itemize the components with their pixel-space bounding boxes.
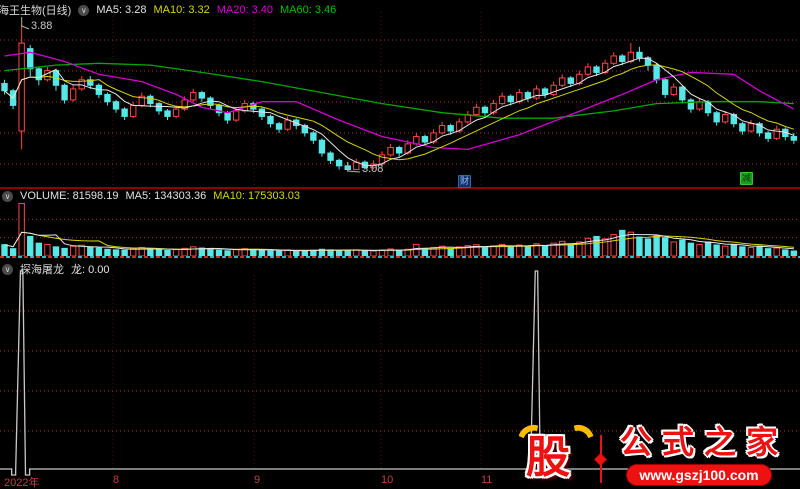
site-url-pill: www.gszj100.com (627, 465, 771, 485)
collapse-icon[interactable]: ∨ (78, 4, 90, 16)
bull-stock-logo: 股 (512, 419, 600, 485)
diamond-icon (594, 453, 607, 466)
month-label: 8 (113, 474, 120, 486)
logo-divider (594, 435, 607, 483)
month-label: 9 (254, 474, 261, 486)
volume-gridlines (0, 218, 800, 239)
price-high-label: 3.88 (31, 20, 53, 32)
indicator-value: 龙: 0.00 (71, 264, 110, 276)
month-label: 11 (481, 474, 493, 486)
ma10-label: MA10: 3.32 (153, 4, 210, 16)
brand-title: 公式之家 (619, 424, 788, 460)
finance-news-marker-icon[interactable]: 财 (458, 175, 471, 188)
dashed-separator (0, 256, 800, 258)
ma20-label: MA20: 3.40 (216, 4, 273, 16)
holding-reduction-marker-icon[interactable]: 减 (740, 172, 753, 185)
stock-chart-window: 海王生物(日线) ∨ MA5: 3.28 MA10: 3.32 MA20: 3.… (0, 0, 800, 489)
month-label: 10 (381, 474, 394, 486)
year-label: 2022年 (4, 477, 40, 489)
price-header: 海王生物(日线) ∨ MA5: 3.28 MA10: 3.32 MA20: 3.… (0, 2, 336, 18)
collapse-icon[interactable]: ∨ (2, 190, 13, 202)
ma60-label: MA60: 3.46 (280, 4, 337, 16)
indicator-name: 探海屠龙 (20, 264, 64, 276)
volume-ma5-label: MA5: 134303.36 (125, 190, 207, 202)
collapse-icon[interactable]: ∨ (2, 263, 13, 275)
ma5-label: MA5: 3.28 (96, 4, 147, 16)
panel-separator (0, 187, 800, 189)
indicator-header: ∨ 探海屠龙 龙: 0.00 (2, 261, 110, 277)
volume-header: ∨ VOLUME: 81598.19 MA5: 134303.36 MA10: … (2, 190, 300, 202)
volume-label: VOLUME: 81598.19 (20, 190, 119, 202)
price-low-label: 3.08 (362, 163, 384, 175)
watermark-logo: 股 公式之家 www.gszj100.com (512, 417, 788, 485)
price-panel[interactable] (0, 0, 800, 189)
stock-title: 海王生物(日线) (0, 5, 72, 17)
stock-character: 股 (525, 433, 570, 482)
volume-ma10-label: MA10: 175303.03 (213, 190, 301, 202)
